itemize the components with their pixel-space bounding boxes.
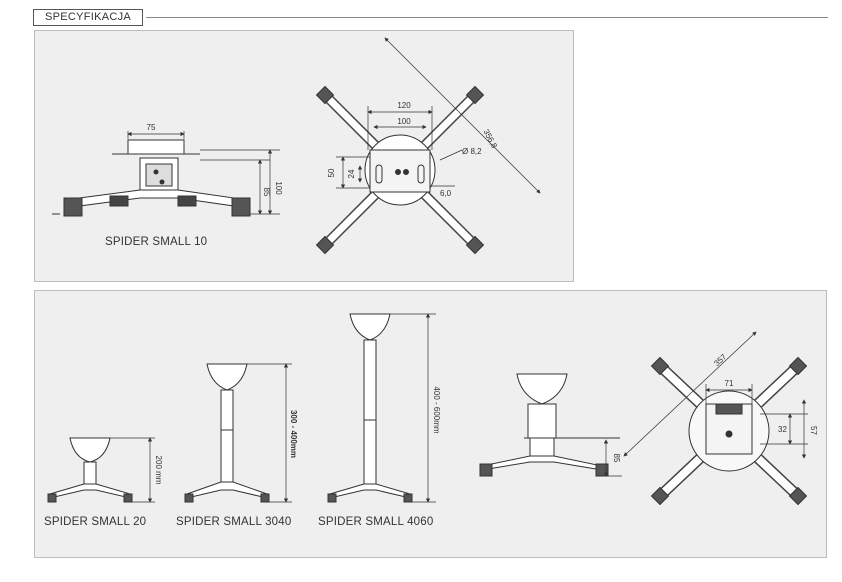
label-spider-small-10: SPIDER SMALL 10 [105, 236, 208, 248]
dim-32: 32 [778, 425, 787, 434]
label-spider-small-20: SPIDER SMALL 20 [44, 516, 147, 528]
label-spider-small-4060: SPIDER SMALL 4060 [318, 516, 434, 528]
dim-50: 50 [327, 168, 336, 177]
dim-85: 85 [262, 188, 271, 197]
dim-200mm: 200 mm [154, 456, 163, 485]
dim-71: 71 [725, 379, 734, 388]
dim-100-top: 100 [397, 117, 411, 126]
dims-small3040 [247, 363, 292, 503]
dim-400-600: 400 - 600mm [432, 386, 441, 433]
dim-120: 120 [397, 101, 411, 110]
dim-6-0: 6,0 [440, 189, 452, 198]
dim-357: 357 [712, 352, 728, 368]
side-view-small3040 [184, 363, 270, 503]
dim-356-8: 356,8 [482, 128, 500, 150]
dim-85-bottom: 85 [612, 454, 621, 463]
dim-300-400: 300 - 400mm [289, 410, 298, 458]
side-view-small20 [47, 437, 133, 503]
side-view-small10 [52, 139, 251, 217]
technical-drawings: 75 85 100 120 100 356,8 Ø 8,2 50 24 6,0 … [47, 37, 818, 506]
dim-75: 75 [147, 123, 156, 132]
label-spider-small-3040: SPIDER SMALL 3040 [176, 516, 292, 528]
dim-100: 100 [274, 181, 283, 195]
dim-57: 57 [809, 426, 818, 435]
dims-small4060 [390, 313, 436, 503]
side-view-cup [479, 373, 620, 477]
dim-hole: Ø 8,2 [462, 147, 482, 156]
side-view-small4060 [327, 313, 413, 503]
dim-24: 24 [347, 169, 356, 178]
